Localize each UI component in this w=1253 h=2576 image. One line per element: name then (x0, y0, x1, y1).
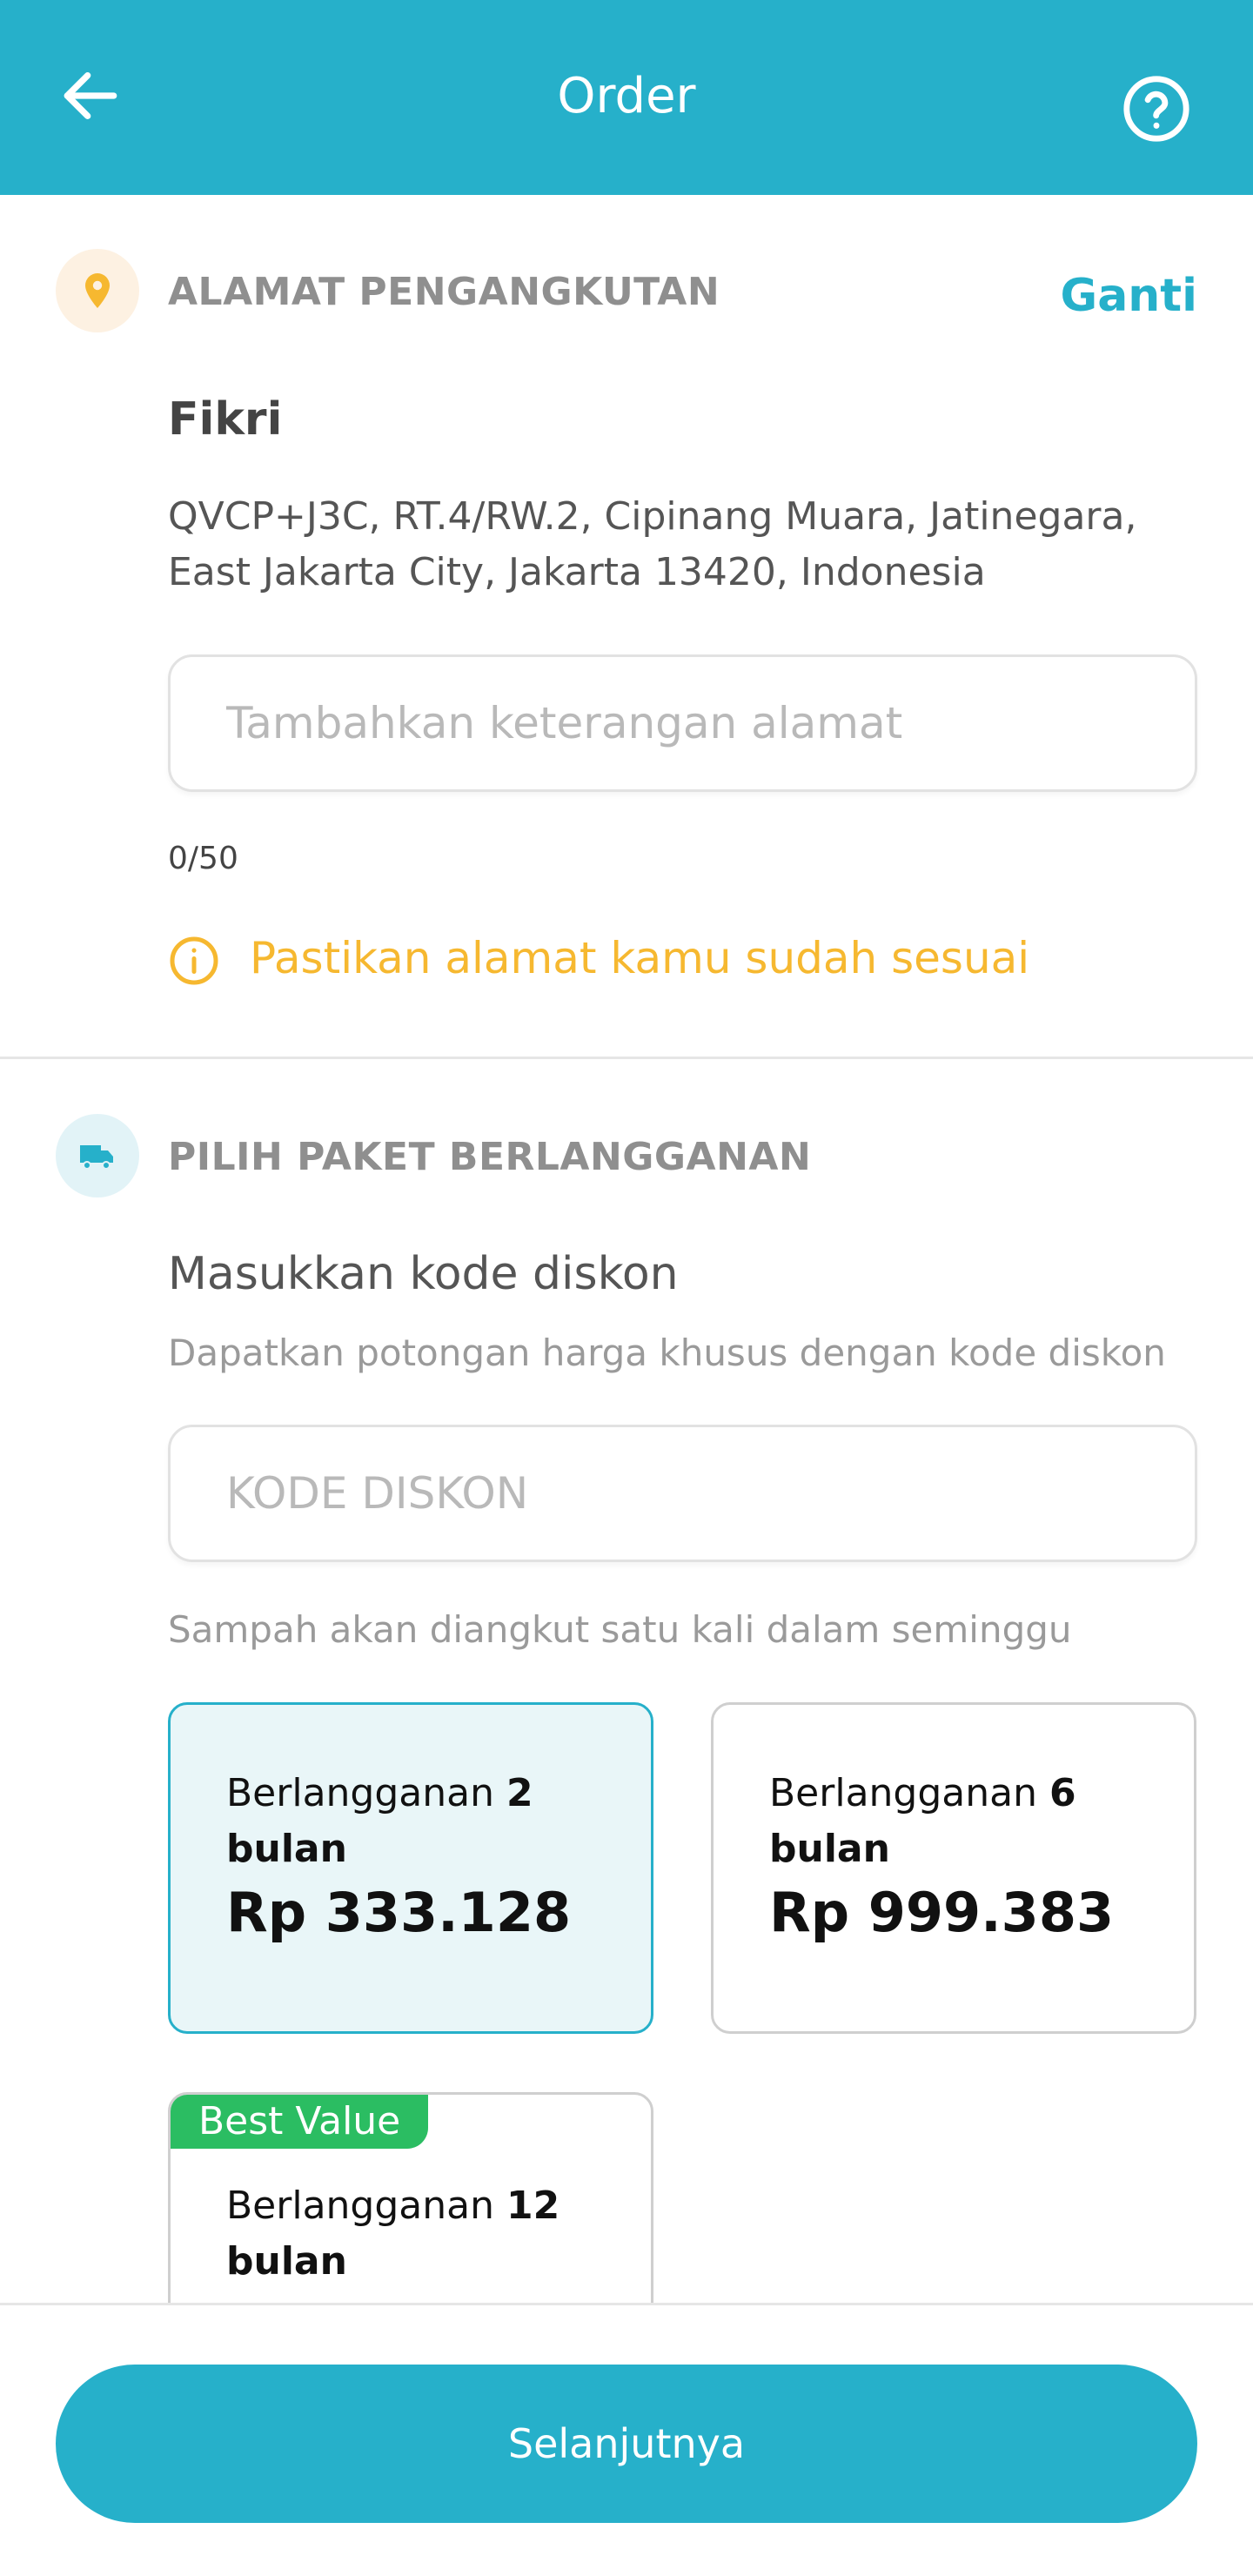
plan-label: Berlangganan 12 bulan (226, 2178, 609, 2290)
plan-months: 2 (506, 1771, 533, 1815)
location-pin-icon (56, 249, 139, 332)
plan-price: Rp 333.128 (226, 1881, 572, 1944)
plan-months: 12 (506, 2184, 560, 2228)
address-warning: Pastikan alamat kamu sudah sesuai (250, 933, 1030, 983)
address-note-counter: 0/50 (168, 841, 238, 876)
next-button[interactable]: Selanjutnya (56, 2365, 1197, 2523)
best-value-badge: Best Value (171, 2095, 429, 2149)
subscription-section-title: PILIH PAKET BERLANGGANAN (168, 1135, 812, 1179)
pickup-address: QVCP+J3C, RT.4/RW.2, Cipinang Muara, Jat… (168, 494, 1137, 594)
plan-label: Berlangganan 2 bulan (226, 1766, 609, 1877)
pickup-frequency-note: Sampah akan diangkut satu kali dalam sem… (168, 1608, 1072, 1651)
info-circle-icon (170, 936, 218, 985)
plan-label-suffix: bulan (769, 1827, 890, 1871)
plan-label-prefix: Berlangganan (226, 1771, 506, 1815)
pickup-section-title: ALAMAT PENGANGKUTAN (168, 270, 720, 314)
plan-price: Rp 999.383 (769, 1881, 1115, 1944)
plan-card-6-months[interactable]: Berlangganan 6 bulan Rp 999.383 (711, 1702, 1196, 2034)
change-address-link[interactable]: Ganti (1061, 270, 1197, 322)
bottom-action-bar: Selanjutnya (0, 2303, 1253, 2576)
plan-label-suffix: bulan (226, 1827, 347, 1871)
plan-label: Berlangganan 6 bulan (769, 1766, 1152, 1877)
app-bar: Order (0, 0, 1253, 195)
plan-label-prefix: Berlangganan (769, 1771, 1049, 1815)
truck-icon (56, 1114, 139, 1197)
discount-title: Masukkan kode diskon (168, 1248, 679, 1300)
plan-card-12-months[interactable]: Best Value Berlangganan 12 bulan (168, 2092, 653, 2303)
section-divider (0, 1057, 1253, 1059)
plan-label-prefix: Berlangganan (226, 2184, 506, 2228)
discount-subtitle: Dapatkan potongan harga khusus dengan ko… (168, 1332, 1166, 1374)
plan-months: 6 (1049, 1771, 1076, 1815)
plan-card-2-months[interactable]: Berlangganan 2 bulan Rp 333.128 (168, 1702, 653, 2034)
plan-label-suffix: bulan (226, 2239, 347, 2284)
customer-name: Fikri (168, 393, 283, 446)
discount-code-input[interactable] (168, 1425, 1197, 1562)
help-button[interactable] (1121, 73, 1192, 144)
page-title: Order (557, 68, 696, 124)
question-circle-icon (1123, 76, 1189, 142)
order-form[interactable]: ALAMAT PENGANGKUTAN Ganti Fikri QVCP+J3C… (0, 195, 1253, 2303)
address-note-input[interactable] (168, 654, 1197, 792)
